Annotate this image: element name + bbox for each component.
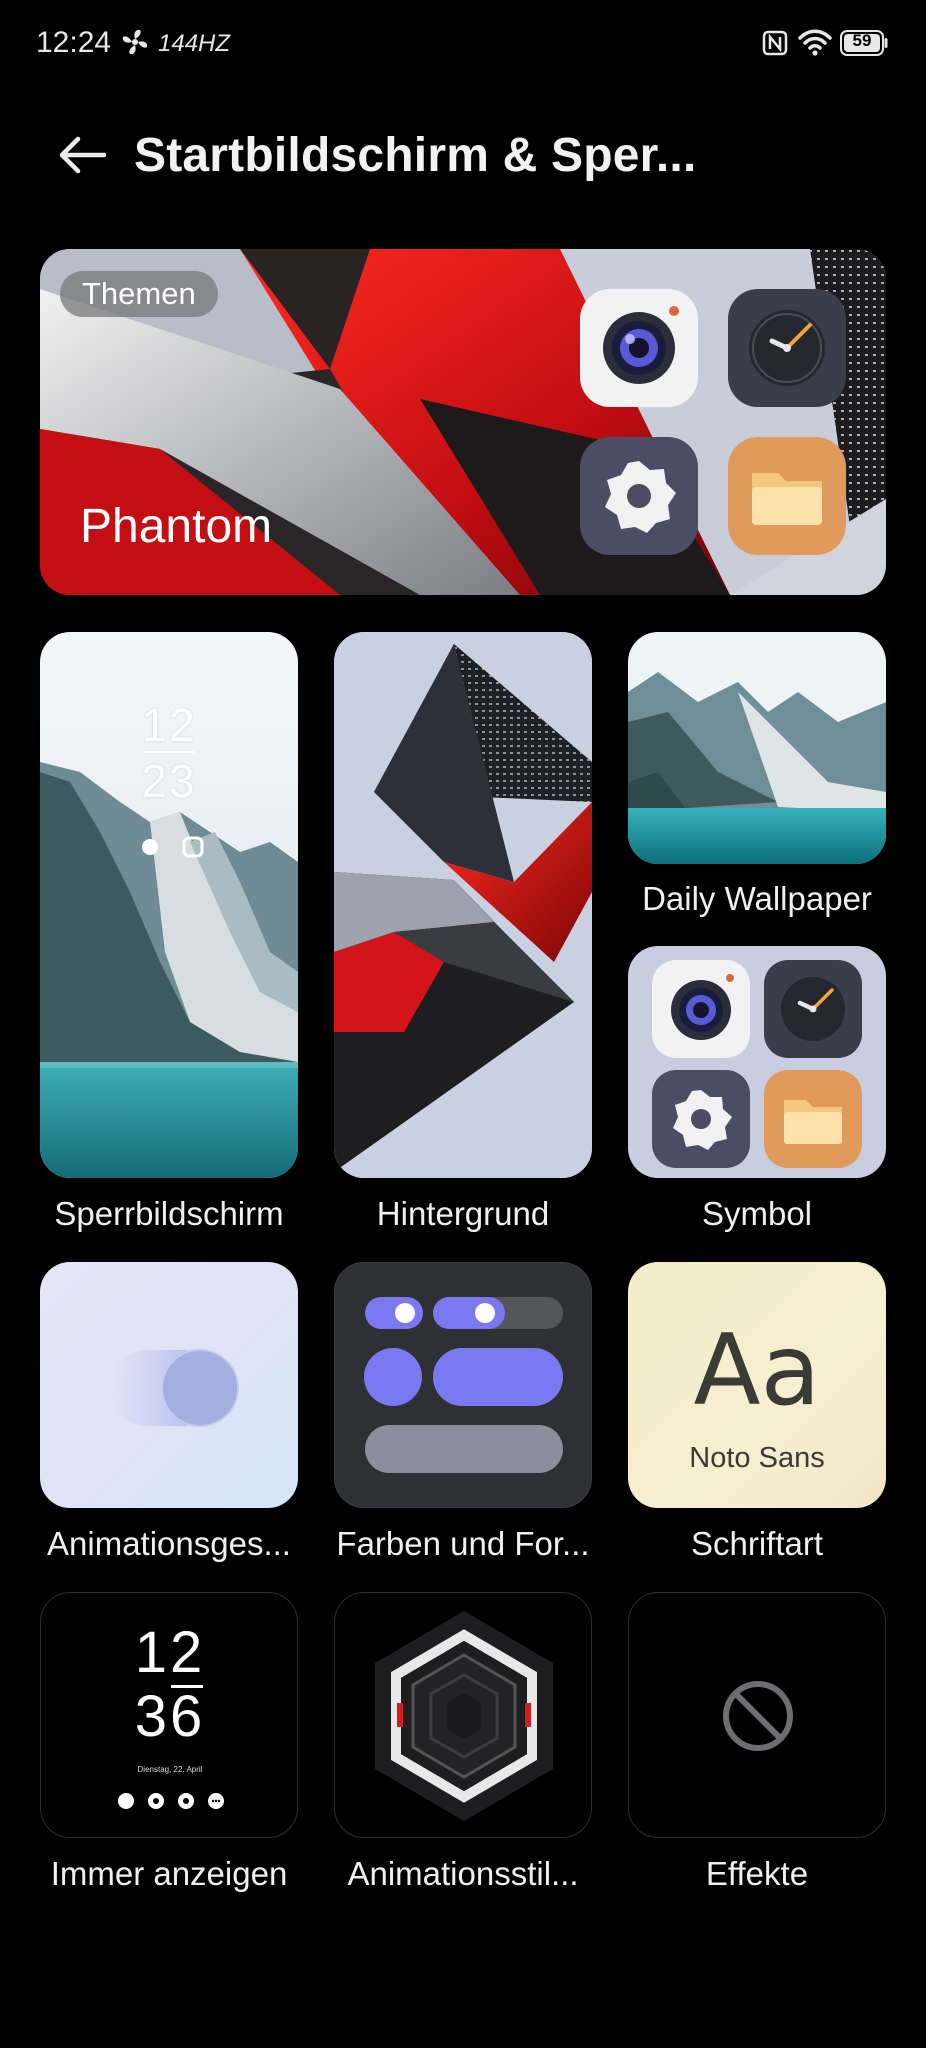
font-sample: Aa [693,1314,821,1428]
nfc-icon [762,30,788,56]
colors-shapes-preview [364,1297,563,1473]
aod-clock-minutes: 36 [134,1684,206,1749]
lockscreen-clock-minutes: 23 [141,755,197,807]
status-bar: 12:24 144HZ 59 [0,0,926,86]
clock-icon [728,289,846,407]
colors-shapes-tile[interactable] [334,1262,592,1508]
animation-speed-label: Animationsges... [47,1525,291,1562]
status-time: 12:24 [36,26,112,59]
colors-shapes-label: Farben und For... [336,1525,590,1562]
battery-level: 59 [852,31,872,50]
folder-icon [764,1070,862,1168]
animation-style-tile[interactable] [334,1592,592,1838]
settings-icon [580,437,698,555]
font-name: Noto Sans [689,1442,825,1474]
back-arrow-icon[interactable] [52,130,112,180]
lockscreen-clock-hours: 12 [141,699,197,751]
always-on-display-tile[interactable]: 12 36 Dienstag, 22. April [40,1592,298,1838]
aod-notification-icons [118,1793,224,1809]
aod-date: Dienstag, 22. April [137,1765,203,1774]
daily-wallpaper-tile[interactable] [628,632,886,864]
page-title: Startbildschirm & Sper... [134,129,697,182]
wallpaper-tile[interactable] [334,632,592,1178]
daily-wallpaper-label: Daily Wallpaper [642,880,872,917]
fan-icon [122,29,148,55]
icon-tile[interactable] [628,946,886,1178]
wallpaper-label: Hintergrund [376,1195,550,1232]
aod-clock-hours: 12 [134,1620,206,1685]
refresh-rate-text: 144HZ [158,30,231,57]
weather-icon [142,836,204,858]
clock-icon [764,960,862,1058]
theme-banner[interactable]: Themen Phantom [40,249,886,595]
icon-label: Symbol [701,1195,813,1232]
animation-style-label: Animationsstil... [347,1855,579,1892]
aod-divider [171,1685,203,1688]
lockscreen-clock-divider [144,751,194,753]
wifi-icon [798,29,832,56]
effects-label: Effekte [705,1855,809,1892]
disabled-icon [723,1681,793,1751]
font-label: Schriftart [690,1525,824,1562]
animation-speed-icon [110,1349,239,1427]
lockscreen-label: Sperrbildschirm [54,1195,284,1232]
folder-icon [728,437,846,555]
themes-chip[interactable]: Themen [60,271,218,317]
lockscreen-tile[interactable]: 12 23 [40,632,298,1178]
camera-icon [652,960,750,1058]
camera-icon [580,289,698,407]
theme-name: Phantom [80,500,273,553]
settings-icon [652,1070,750,1168]
always-on-display-label: Immer anzeigen [50,1855,288,1892]
font-tile[interactable]: Aa Noto Sans [628,1262,886,1508]
animation-style-hexagon [375,1611,553,1821]
effects-tile[interactable] [628,1592,886,1838]
animation-speed-tile[interactable] [40,1262,298,1508]
